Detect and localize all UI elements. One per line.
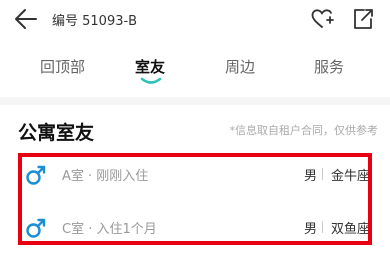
section-note: *信息取自租户合同，仅供参考 [229,124,379,137]
tab-roommates[interactable]: 室友 [135,56,165,77]
tab-surroundings[interactable]: 周边 [225,56,255,77]
section-title: 公寓室友 [18,122,95,144]
tab-back-to-top[interactable]: 回顶部 [40,56,85,77]
section-tabs: 回顶部 室友 周边 服务 [0,48,390,88]
highlight-box [18,153,372,245]
share-icon[interactable] [351,7,375,31]
active-tab-indicator [140,77,162,84]
listing-number: 编号 51093-B [52,14,138,29]
heart-plus-icon[interactable] [310,7,334,31]
tab-services[interactable]: 服务 [314,56,344,77]
section-divider [0,97,390,105]
top-bar: 编号 51093-B [0,0,390,38]
arrow-left-icon[interactable] [14,8,38,30]
